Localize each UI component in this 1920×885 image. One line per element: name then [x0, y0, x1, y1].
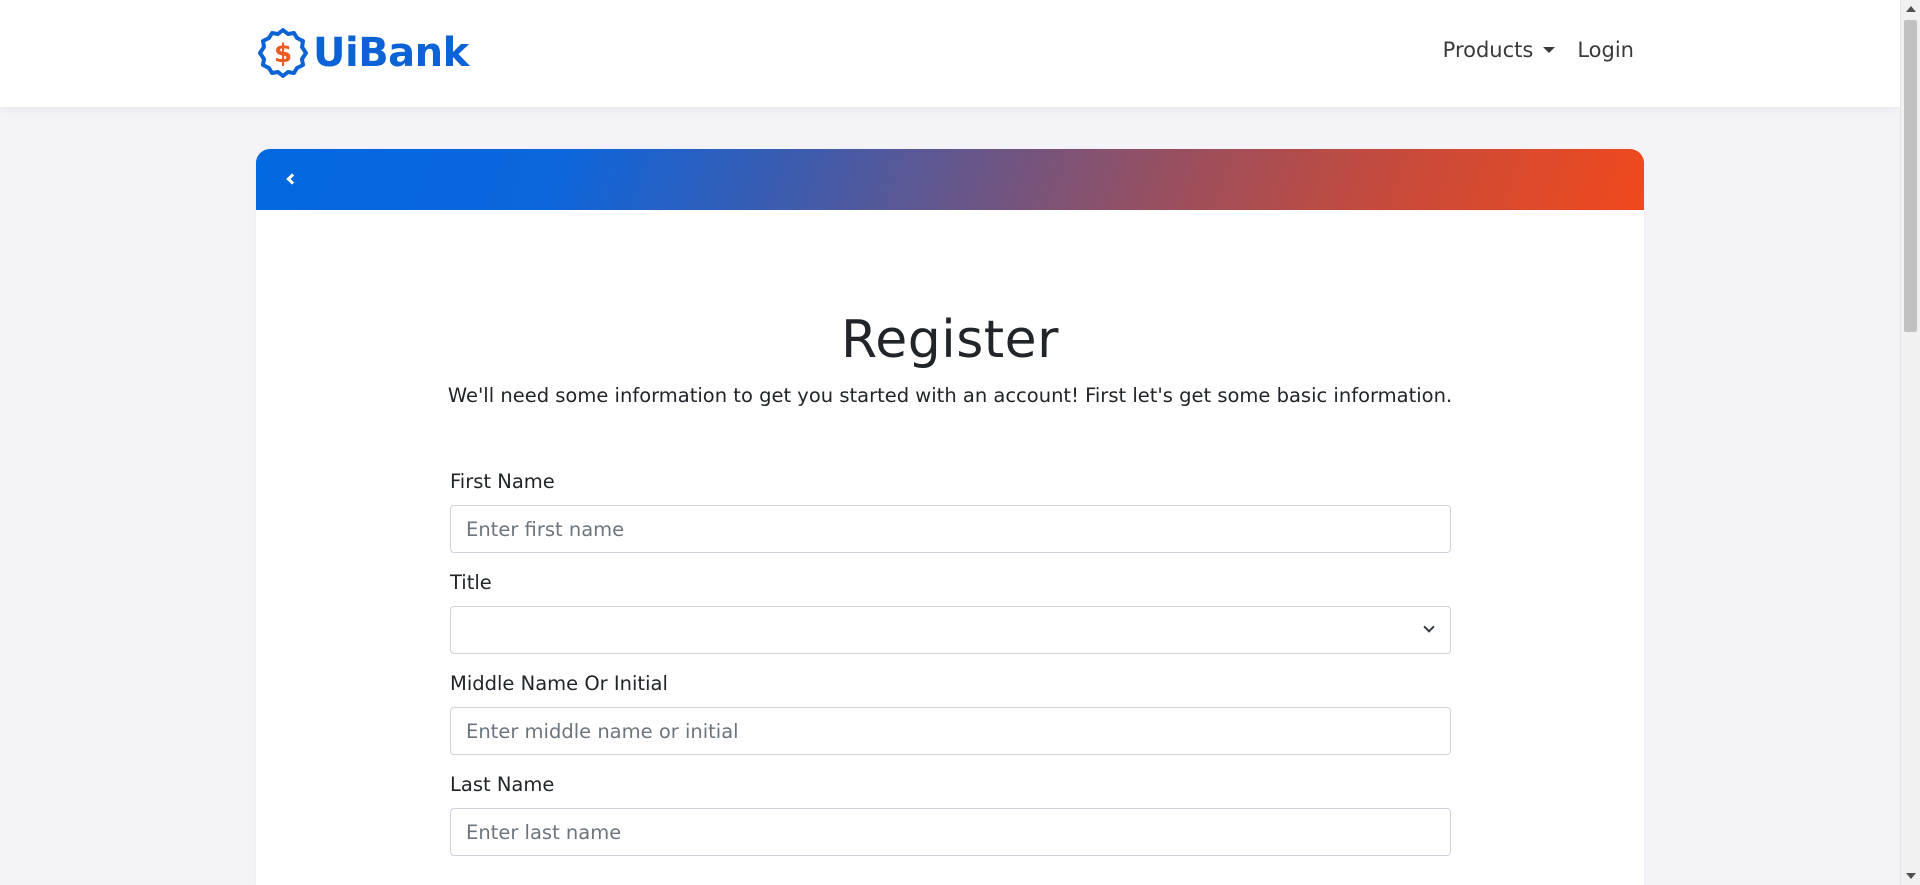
register-card: Register We'll need some information to … [256, 149, 1644, 885]
scroll-down-arrow-icon[interactable] [1906, 873, 1916, 879]
card-header-gradient [256, 149, 1644, 210]
brand-logo[interactable]: $ UiBank [257, 27, 469, 79]
back-button[interactable] [278, 167, 302, 191]
vertical-scrollbar[interactable] [1900, 0, 1920, 885]
first-name-input[interactable] [450, 505, 1451, 553]
last-name-group: Last Name [450, 773, 1451, 856]
svg-text:$: $ [274, 39, 292, 69]
middle-name-label: Middle Name Or Initial [450, 672, 668, 695]
scrollbar-thumb[interactable] [1904, 20, 1917, 332]
login-link[interactable]: Login [1577, 38, 1634, 62]
products-dropdown[interactable]: Products [1443, 38, 1556, 62]
page-subtitle: We'll need some information to get you s… [447, 384, 1453, 407]
chevron-left-icon [286, 173, 298, 185]
first-name-label: First Name [450, 470, 555, 493]
last-name-label: Last Name [450, 773, 555, 796]
register-form: First Name Title Middle Name Or Initial [450, 470, 1451, 874]
dollar-badge-icon: $ [258, 28, 308, 78]
nav-links: Products Login [1443, 38, 1634, 62]
page-title: Register [840, 310, 1060, 370]
page: $ UiBank Products Login Register We'll n… [0, 0, 1920, 885]
middle-name-input[interactable] [450, 707, 1451, 755]
last-name-input[interactable] [450, 808, 1451, 856]
products-label: Products [1442, 38, 1534, 62]
middle-name-group: Middle Name Or Initial [450, 672, 1451, 755]
login-label: Login [1577, 38, 1634, 62]
title-group: Title [450, 571, 1451, 654]
brand-name: UiBank [313, 30, 469, 76]
caret-down-icon [1543, 47, 1556, 53]
card-body: Register We'll need some information to … [256, 210, 1644, 885]
title-select[interactable] [450, 606, 1451, 654]
navbar: $ UiBank Products Login [0, 0, 1900, 107]
scroll-up-arrow-icon[interactable] [1906, 6, 1916, 12]
first-name-group: First Name [450, 470, 1451, 553]
title-select-wrap [450, 606, 1451, 654]
title-label: Title [450, 571, 492, 594]
